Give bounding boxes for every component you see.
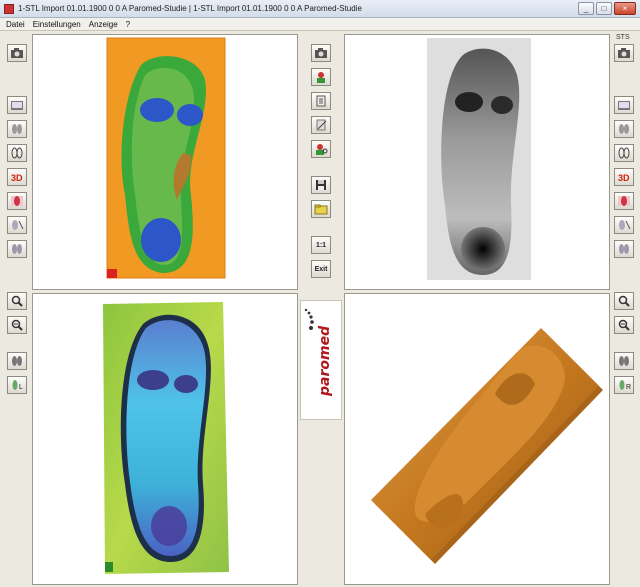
view-3d-button[interactable]: 3D [7, 168, 27, 186]
window-title: 1-STL Import 01.01.1900 0 0 A Paromed-St… [18, 4, 362, 13]
magnifier-icon [11, 295, 23, 307]
footprint-icon [12, 356, 22, 366]
menu-einstellungen[interactable]: Einstellungen [33, 20, 81, 29]
svg-text:R: R [626, 384, 631, 391]
edit-document-icon [316, 119, 327, 131]
footprint-highlight-icon [11, 196, 23, 206]
scale-1to1-button[interactable]: 1:1 [311, 236, 331, 254]
left-foot-icon: L [12, 380, 23, 391]
footprint-icon [619, 356, 629, 366]
footprint-outline-icon [618, 147, 630, 159]
save-button[interactable] [311, 176, 331, 194]
footprint-measure-button-right[interactable] [614, 216, 634, 234]
camera-icon [618, 48, 630, 58]
footprint-pair-button-right[interactable] [614, 120, 634, 138]
footprint-outline-icon [11, 147, 23, 159]
menu-anzeige[interactable]: Anzeige [89, 20, 118, 29]
magnifier-minus-icon [11, 319, 23, 331]
edit-document-button[interactable] [311, 116, 331, 134]
svg-text:3D: 3D [11, 173, 23, 183]
3d-icon: 3D [618, 173, 630, 183]
left-toolbar-top: 3D [6, 44, 28, 258]
folder-icon [314, 204, 328, 215]
maximize-button[interactable]: □ [596, 2, 612, 15]
logo-dots-icon [304, 308, 314, 330]
footprint-grey-button[interactable] [7, 240, 27, 258]
measure-icon [619, 220, 631, 230]
photo-button[interactable] [7, 96, 27, 114]
menu-help[interactable]: ? [126, 20, 130, 29]
zoom-in-button[interactable] [7, 292, 27, 310]
magnifier-icon [618, 295, 630, 307]
grayscale-scan [427, 38, 531, 280]
right-toolbar-bottom: R [613, 292, 635, 394]
title-bar: 1-STL Import 01.01.1900 0 0 A Paromed-St… [0, 0, 640, 18]
footprint-outline-button[interactable] [7, 144, 27, 162]
footprint-grey-icon [12, 244, 22, 254]
footprint-measure-button[interactable] [7, 216, 27, 234]
zoom-out-button-right[interactable] [614, 316, 634, 334]
footprint-pink-button-right[interactable] [614, 192, 634, 210]
zoom-in-button-right[interactable] [614, 292, 634, 310]
svg-text:3D: 3D [618, 173, 630, 183]
camera-icon [11, 48, 23, 58]
app-icon [4, 3, 14, 14]
photo-icon [618, 101, 630, 110]
3d-icon: 3D [11, 173, 23, 183]
patient-button[interactable] [311, 68, 331, 86]
measure-icon [12, 220, 24, 230]
footprint-icon [619, 124, 629, 134]
person-icon [317, 72, 325, 83]
camera-icon [315, 48, 327, 58]
menu-datei[interactable]: Datei [6, 20, 25, 29]
minimize-button[interactable]: _ [578, 2, 594, 15]
render-3d-view[interactable] [344, 293, 610, 585]
footprint-pink-button[interactable] [7, 192, 27, 210]
footprint-grey-icon [619, 244, 629, 254]
relief-color-view[interactable] [32, 293, 298, 585]
floppy-disk-icon [316, 180, 326, 190]
pressure-heatmap [106, 37, 226, 279]
patient-search-button[interactable] [311, 140, 331, 158]
right-foot-button[interactable]: R [614, 376, 634, 394]
document-icon [316, 95, 326, 107]
camera-button[interactable] [7, 44, 27, 62]
middle-toolbar: 1:1 Exit [309, 44, 333, 278]
side-label: STS [616, 34, 630, 41]
exit-button[interactable]: Exit [311, 260, 331, 278]
footprint-pair-button[interactable] [7, 120, 27, 138]
right-foot-icon: R [619, 380, 631, 391]
grayscale-scan-view[interactable] [344, 34, 610, 290]
left-foot-button[interactable]: L [7, 376, 27, 394]
photo-button-right[interactable] [614, 96, 634, 114]
zoom-out-button[interactable] [7, 316, 27, 334]
brand-logo-text: paromed [317, 325, 333, 397]
footprint-icon [12, 124, 22, 134]
footprint-grey-button-right[interactable] [614, 240, 634, 258]
camera-button-right[interactable] [614, 44, 634, 62]
person-search-icon [316, 144, 328, 155]
magnifier-minus-icon [618, 319, 630, 331]
right-toolbar-top: 3D [613, 44, 635, 258]
pressure-heatmap-view[interactable] [32, 34, 298, 290]
camera-button-mid[interactable] [311, 44, 331, 62]
footprint-outline-button-right[interactable] [614, 144, 634, 162]
left-toolbar-bottom: L [6, 292, 28, 394]
feet-pair-button[interactable] [7, 352, 27, 370]
brand-logo-panel: paromed [300, 300, 342, 420]
relief-color-render [103, 302, 229, 574]
svg-text:L: L [19, 384, 23, 391]
footprint-highlight-icon [618, 196, 630, 206]
close-button[interactable]: × [614, 2, 636, 15]
menu-bar: Datei Einstellungen Anzeige ? [0, 18, 640, 31]
view-3d-button-right[interactable]: 3D [614, 168, 634, 186]
render-3d [371, 328, 603, 564]
feet-pair-button-right[interactable] [614, 352, 634, 370]
photo-icon [11, 101, 23, 110]
document-button[interactable] [311, 92, 331, 110]
open-folder-button[interactable] [311, 200, 331, 218]
